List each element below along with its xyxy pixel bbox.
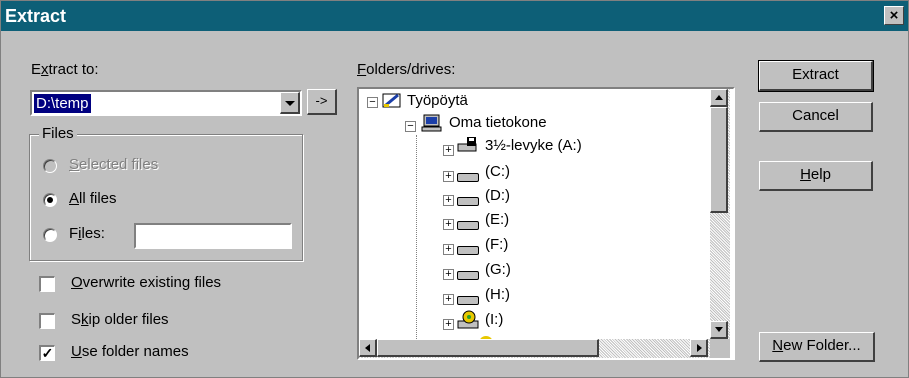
tree-item-drive-h[interactable]: (H:) (485, 285, 510, 305)
hard-drive-icon (457, 271, 479, 280)
expand-icon[interactable]: + (443, 145, 454, 156)
extract-dialog: Extract × Extract to: D:\temp -> Files S… (0, 0, 909, 378)
files-filter-input[interactable] (134, 223, 292, 249)
scroll-right-button[interactable] (690, 339, 708, 357)
skip-older-checkbox[interactable] (39, 313, 55, 329)
selected-files-label: Selected files (69, 156, 159, 173)
files-group-legend: Files (39, 125, 77, 142)
arrow-up-icon (715, 95, 723, 100)
scroll-up-button[interactable] (710, 89, 728, 107)
files-radio[interactable] (43, 228, 57, 242)
overwrite-label: Overwrite existing files (71, 274, 222, 291)
tree-item-drive-e[interactable]: (E:) (485, 210, 509, 230)
scroll-left-button[interactable] (359, 339, 377, 357)
tree-item-drive-f[interactable]: (F:) (485, 235, 508, 255)
floppy-drive-icon (457, 135, 479, 155)
hard-drive-icon (457, 221, 479, 230)
tree-item-drive-i[interactable]: (I:) (485, 310, 503, 330)
window-title: Extract (5, 6, 67, 26)
overwrite-checkbox[interactable] (39, 276, 55, 292)
scroll-down-button[interactable] (710, 321, 728, 339)
computer-icon (421, 113, 443, 133)
folders-drives-label: Folders/drives: (357, 61, 456, 78)
cd-drive-icon (457, 310, 479, 330)
close-button[interactable]: × (884, 6, 904, 25)
chevron-down-icon (285, 101, 295, 106)
title-bar[interactable]: Extract × (1, 1, 908, 31)
cancel-button[interactable]: Cancel (759, 102, 873, 132)
radio-dot (47, 197, 53, 203)
browse-arrow-button[interactable]: -> (307, 89, 337, 115)
tree-item-desktop[interactable]: Työpöytä (407, 91, 468, 111)
extract-to-combobox[interactable]: D:\temp (30, 90, 302, 116)
collapse-icon[interactable]: − (405, 121, 416, 132)
selected-files-radio[interactable] (43, 159, 57, 173)
tree-vertical-scrollbar[interactable] (710, 89, 730, 339)
tree-horizontal-scrollbar[interactable] (359, 339, 710, 358)
arrow-left-icon (365, 344, 370, 352)
extract-button[interactable]: Extract (758, 60, 874, 92)
hard-drive-icon (457, 246, 479, 255)
expand-icon[interactable]: + (443, 195, 454, 206)
use-folder-names-label: Use folder names (71, 343, 189, 360)
hard-drive-icon (457, 197, 479, 206)
expand-icon[interactable]: + (443, 319, 454, 330)
hard-drive-icon (457, 173, 479, 182)
desktop-icon (381, 91, 403, 111)
expand-icon[interactable]: + (443, 219, 454, 230)
tree-item-drive-c[interactable]: (C:) (485, 162, 510, 182)
help-button[interactable]: Help (759, 161, 873, 191)
tree-item-drive-a[interactable]: 3½-levyke (A:) (485, 136, 582, 156)
extract-to-value[interactable]: D:\temp (34, 94, 91, 113)
expand-icon[interactable]: + (443, 244, 454, 255)
tree-connector (416, 135, 417, 345)
tree-item-computer[interactable]: Oma tietokone (449, 113, 547, 133)
expand-icon[interactable]: + (443, 294, 454, 305)
combo-dropdown-button[interactable] (280, 92, 300, 114)
all-files-radio[interactable] (43, 193, 57, 207)
new-folder-button[interactable]: New Folder... (759, 332, 875, 362)
horizontal-scroll-thumb[interactable] (377, 339, 599, 357)
all-files-label: All files (69, 190, 117, 207)
tree-item-drive-g[interactable]: (G:) (485, 260, 511, 280)
close-icon: × (889, 7, 899, 24)
folders-tree[interactable]: − Työpöytä − Oma tietokone + 3½-levyke (… (357, 87, 735, 360)
expand-icon[interactable]: + (443, 171, 454, 182)
use-folder-names-checkbox[interactable]: ✓ (39, 345, 55, 361)
extract-to-label: Extract to: (31, 61, 99, 78)
files-radio-label: Files: (69, 225, 105, 242)
collapse-icon[interactable]: − (367, 97, 378, 108)
vertical-scroll-thumb[interactable] (710, 107, 728, 213)
tree-item-drive-d[interactable]: (D:) (485, 186, 510, 206)
arrow-right-icon (697, 344, 702, 352)
expand-icon[interactable]: + (443, 269, 454, 280)
scrollbar-corner (710, 339, 730, 358)
skip-older-label: Skip older files (71, 311, 169, 328)
hard-drive-icon (457, 296, 479, 305)
arrow-down-icon (715, 327, 723, 332)
